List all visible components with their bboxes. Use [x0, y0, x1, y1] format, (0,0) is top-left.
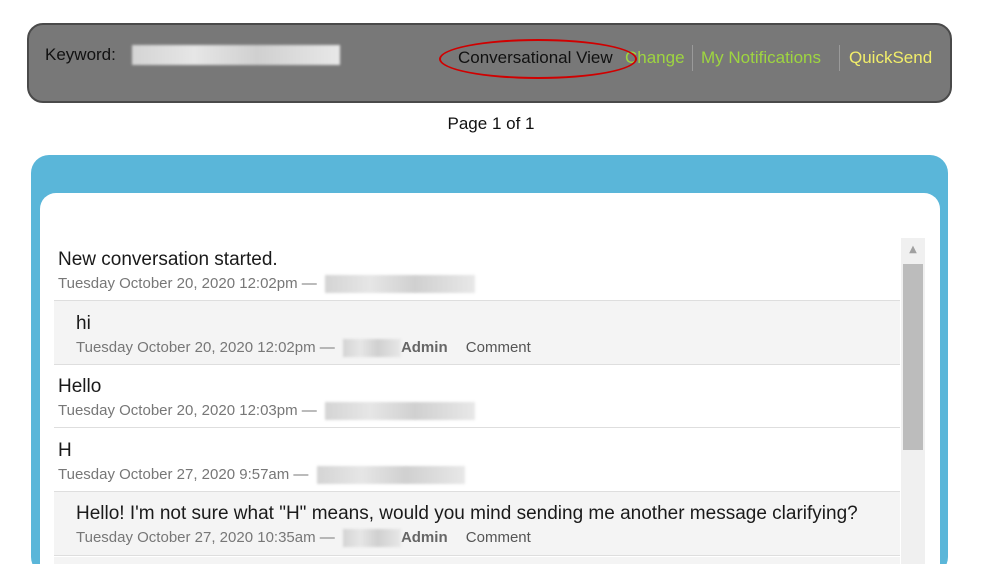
- message-row: Hello Tuesday October 20, 2020 12:03pm —: [54, 365, 900, 428]
- my-notifications-link[interactable]: My Notifications: [701, 47, 821, 69]
- sender-name-redacted: [342, 529, 401, 548]
- sender-name-redacted: [324, 402, 475, 421]
- nav-divider: [692, 45, 693, 71]
- keyword-value-redacted: [132, 45, 340, 65]
- scroll-up-arrow-icon[interactable]: ▲: [901, 238, 925, 262]
- top-toolbar: Keyword: Conversational View Change My N…: [27, 23, 952, 103]
- message-text: hi: [76, 313, 91, 334]
- message-row-partial: [54, 557, 900, 564]
- quicksend-link[interactable]: QuickSend: [849, 47, 932, 69]
- message-timestamp: Tuesday October 27, 2020 10:35am —: [76, 529, 335, 546]
- message-text: New conversation started.: [58, 249, 278, 270]
- message-timestamp: Tuesday October 20, 2020 12:03pm —: [58, 402, 317, 419]
- message-meta: Tuesday October 20, 2020 12:02pm — Admin…: [76, 339, 531, 358]
- message-timestamp: Tuesday October 27, 2020 9:57am —: [58, 466, 309, 483]
- message-row: New conversation started. Tuesday Octobe…: [54, 238, 900, 301]
- nav-divider: [839, 45, 840, 71]
- sender-name-redacted: [316, 466, 465, 485]
- annotation-circle: [439, 39, 637, 79]
- vertical-scrollbar[interactable]: ▲: [901, 238, 925, 564]
- message-row: H Tuesday October 27, 2020 9:57am —: [54, 428, 900, 492]
- message-meta: Tuesday October 20, 2020 12:03pm —: [58, 402, 475, 421]
- message-timestamp: Tuesday October 20, 2020 12:02pm —: [76, 339, 335, 356]
- sender-role: Admin: [400, 529, 448, 546]
- scrollbar-thumb[interactable]: [903, 264, 923, 450]
- sender-role: Admin: [400, 339, 448, 356]
- message-text: Hello: [58, 376, 102, 397]
- comment-link[interactable]: Comment: [466, 529, 531, 546]
- message-text: Hello! I'm not sure what "H" means, woul…: [76, 503, 858, 524]
- page-indicator: Page 1 of 1: [447, 114, 535, 133]
- keyword-label: Keyword:: [45, 45, 116, 64]
- comment-link[interactable]: Comment: [466, 339, 531, 356]
- message-row-reply: hi Tuesday October 20, 2020 12:02pm — Ad…: [54, 301, 900, 365]
- message-row-reply: Hello! I'm not sure what "H" means, woul…: [54, 492, 900, 556]
- message-meta: Tuesday October 27, 2020 10:35am — Admin…: [76, 529, 531, 548]
- sender-name-redacted: [324, 275, 475, 294]
- message-timestamp: Tuesday October 20, 2020 12:02pm —: [58, 275, 317, 292]
- sender-name-redacted: [342, 339, 401, 358]
- message-text: H: [58, 440, 72, 461]
- message-meta: Tuesday October 27, 2020 9:57am —: [58, 466, 465, 485]
- message-meta: Tuesday October 20, 2020 12:02pm —: [58, 275, 475, 294]
